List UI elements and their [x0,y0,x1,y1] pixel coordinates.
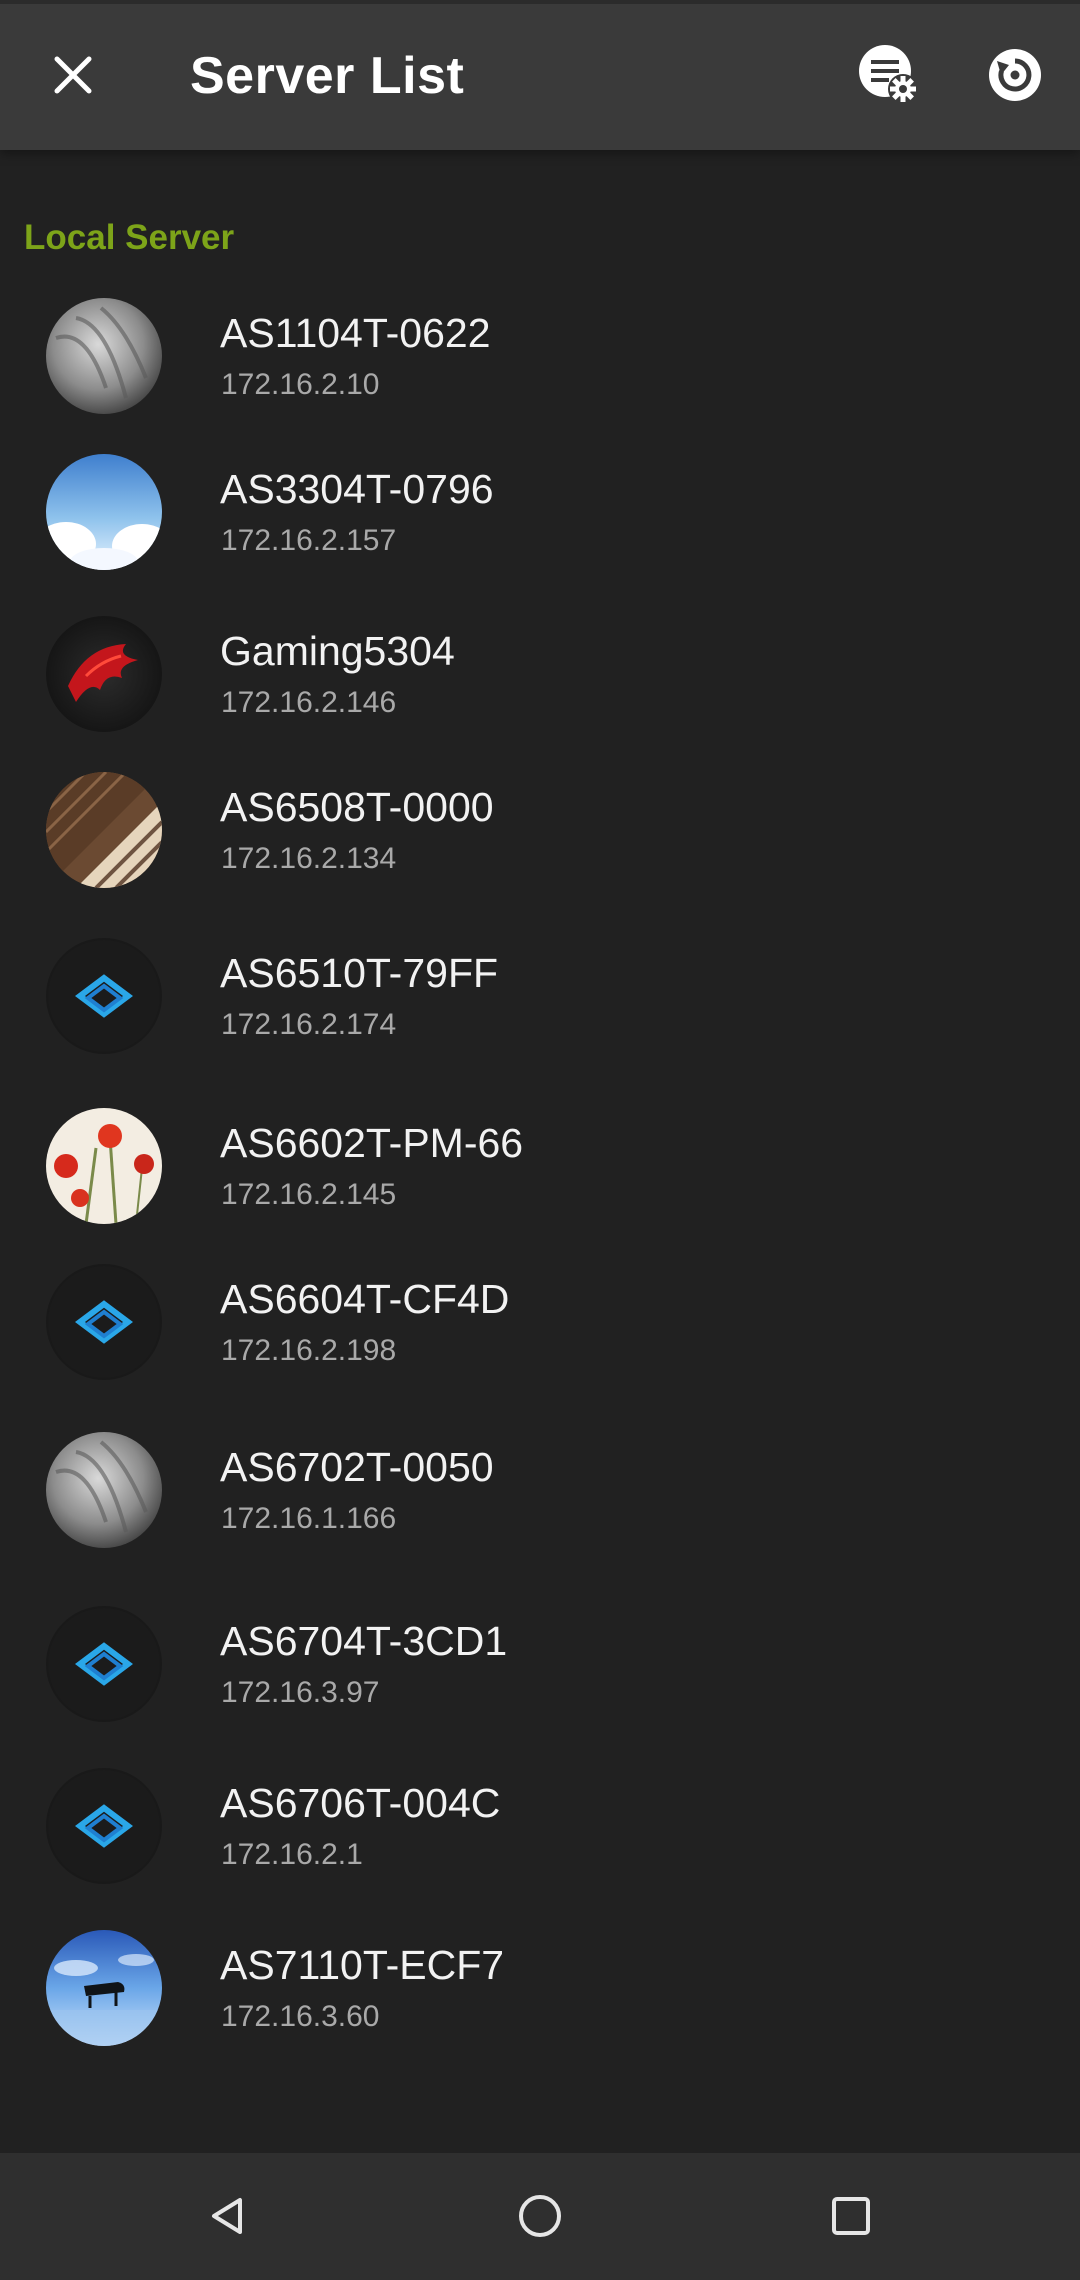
server-name: AS6510T-79FF [220,950,499,996]
server-ip: 172.16.3.97 [221,1676,380,1709]
server-name: AS6704T-3CD1 [220,1618,508,1664]
piano-sky-avatar [46,1930,162,2046]
back-triangle-icon [206,2194,250,2243]
blue-logo-avatar [46,1768,162,1884]
server-list: AS1104T-0622 172.16.2.10 AS3304T-0796 17… [0,280,1080,2062]
server-item[interactable]: AS6702T-0050 172.16.1.166 [0,1414,1080,1576]
system-navigation-bar [0,2153,1080,2280]
server-item[interactable]: AS6604T-CF4D 172.16.2.198 [0,1246,1080,1408]
list-settings-icon [857,43,921,112]
home-circle-icon [516,2192,564,2245]
poppy-flowers-avatar [46,1108,162,1224]
server-ip: 172.16.2.198 [221,1334,397,1367]
server-ip: 172.16.1.166 [221,1502,397,1535]
server-ip: 172.16.2.134 [221,842,397,875]
close-icon [51,53,95,102]
server-ip: 172.16.2.1 [221,1838,363,1871]
server-ip: 172.16.2.157 [221,524,397,557]
server-name: AS6706T-004C [220,1780,501,1826]
server-name: AS1104T-0622 [220,310,491,356]
server-item[interactable]: AS1104T-0622 172.16.2.10 [0,280,1080,442]
recents-square-icon [829,2194,873,2243]
wood-stripes-avatar [46,772,162,888]
app-bar: Server List [0,0,1080,150]
server-item[interactable]: Gaming5304 172.16.2.146 [0,598,1080,760]
server-item[interactable]: AS6602T-PM-66 172.16.2.145 [0,1090,1080,1252]
red-dragon-avatar [46,616,162,732]
section-title-local-server: Local Server [24,218,235,257]
gray-texture-avatar [46,298,162,414]
server-item[interactable]: AS6510T-79FF 172.16.2.174 [0,920,1080,1082]
sky-clouds-avatar [46,454,162,570]
server-name: AS7110T-ECF7 [220,1942,505,1988]
nav-recents-button[interactable] [806,2173,896,2263]
close-button[interactable] [30,34,116,120]
nav-back-button[interactable] [183,2173,273,2263]
server-ip: 172.16.2.145 [221,1178,397,1211]
server-item[interactable]: AS6508T-0000 172.16.2.134 [0,754,1080,916]
server-name: AS6508T-0000 [220,784,494,830]
server-item[interactable]: AS6706T-004C 172.16.2.1 [0,1750,1080,1912]
server-ip: 172.16.2.10 [221,368,380,401]
page-title: Server List [190,47,465,105]
server-ip: 172.16.3.60 [221,2000,380,2033]
blue-logo-avatar [46,1606,162,1722]
gray-texture-avatar [46,1432,162,1548]
refresh-icon [987,47,1043,108]
server-name: AS6604T-CF4D [220,1276,510,1322]
server-ip: 172.16.2.146 [221,686,397,719]
server-item[interactable]: AS6704T-3CD1 172.16.3.97 [0,1588,1080,1750]
refresh-button[interactable] [972,34,1058,120]
server-settings-button[interactable] [846,34,932,120]
server-name: AS3304T-0796 [220,466,494,512]
server-name: AS6702T-0050 [220,1444,494,1490]
server-ip: 172.16.2.174 [221,1008,397,1041]
server-name: Gaming5304 [220,628,455,674]
blue-logo-avatar [46,938,162,1054]
server-name: AS6602T-PM-66 [220,1120,524,1166]
nav-home-button[interactable] [495,2173,585,2263]
server-item[interactable]: AS3304T-0796 172.16.2.157 [0,436,1080,598]
server-item[interactable]: AS7110T-ECF7 172.16.3.60 [0,1912,1080,2074]
blue-logo-avatar [46,1264,162,1380]
